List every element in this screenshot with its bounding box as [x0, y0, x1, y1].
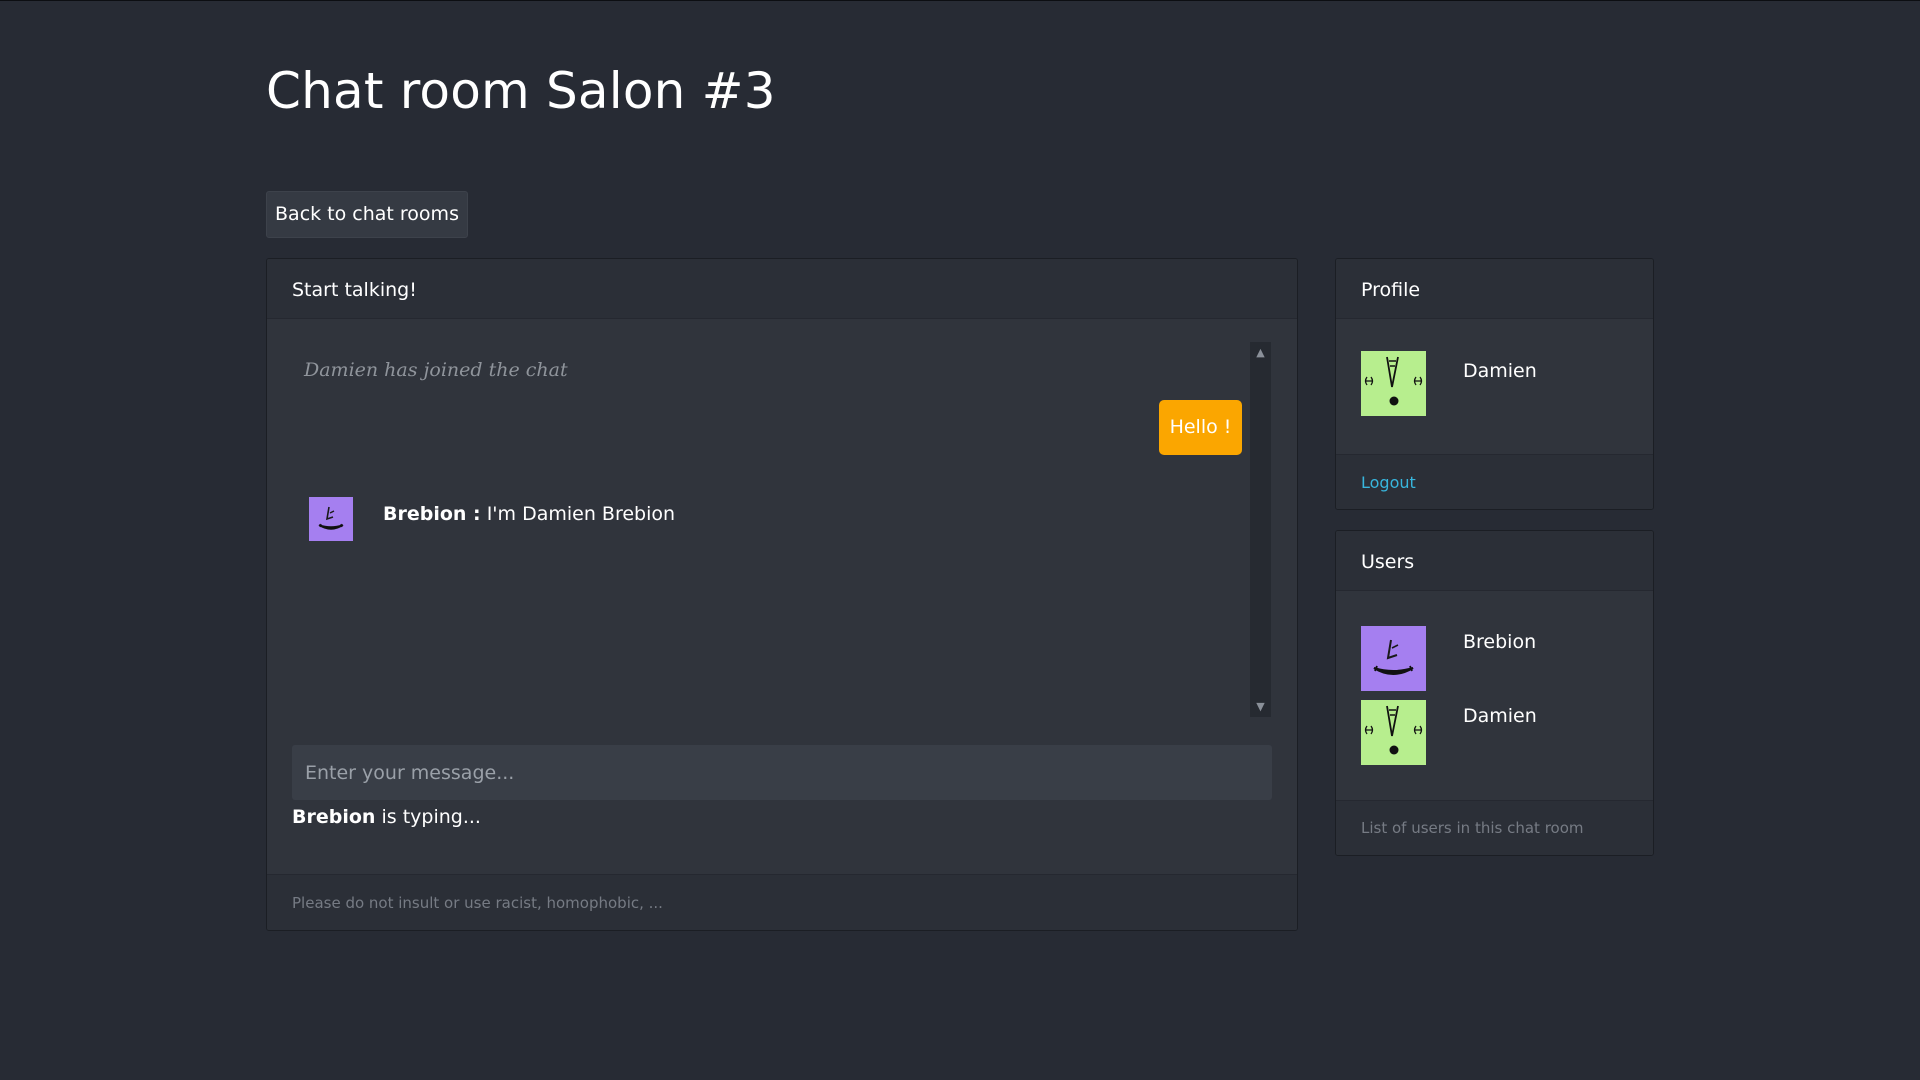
chat-scrollbar[interactable]: ▲ ▼ — [1250, 342, 1271, 717]
green-face-avatar — [1361, 700, 1426, 765]
system-message: Damien has joined the chat — [304, 359, 568, 381]
green-face-avatar — [1361, 351, 1426, 416]
profile-name: Damien — [1463, 360, 1537, 382]
users-header: Users — [1336, 531, 1653, 591]
chat-log[interactable]: Damien has joined the chat Hello ! Brebi… — [292, 342, 1277, 717]
message-input[interactable] — [292, 745, 1272, 800]
chat-header: Start talking! — [267, 259, 1297, 319]
chat-footer: Please do not insult or use racist, homo… — [267, 874, 1297, 930]
user-name: Damien — [1463, 705, 1537, 727]
other-message-text: Brebion : I'm Damien Brebion — [383, 503, 675, 525]
purple-face-avatar — [309, 497, 353, 541]
users-panel: Users Brebion Damien List of users in th… — [1335, 530, 1654, 856]
chevron-up-icon[interactable]: ▲ — [1250, 342, 1271, 363]
profile-body: Damien — [1336, 319, 1653, 450]
own-message-bubble: Hello ! — [1159, 400, 1242, 455]
message-author: Brebion : — [383, 503, 481, 525]
user-item[interactable]: Damien — [1361, 700, 1641, 765]
typing-indicator: Brebion is typing... — [292, 806, 481, 828]
user-item[interactable]: Brebion — [1361, 626, 1641, 691]
top-border — [0, 0, 1920, 1]
back-to-chat-rooms-button[interactable]: Back to chat rooms — [266, 191, 468, 238]
users-footer: List of users in this chat room — [1336, 800, 1653, 855]
other-message: Brebion : I'm Damien Brebion — [309, 497, 1009, 541]
users-list: Brebion Damien — [1336, 591, 1653, 796]
profile-footer: Logout — [1336, 454, 1653, 509]
typing-text: is typing... — [381, 806, 481, 828]
page-title: Chat room Salon #3 — [266, 62, 776, 120]
message-body: I'm Damien Brebion — [486, 503, 676, 525]
profile-header: Profile — [1336, 259, 1653, 319]
purple-face-avatar — [1361, 626, 1426, 691]
chat-panel: Start talking! Damien has joined the cha… — [266, 258, 1298, 931]
user-name: Brebion — [1463, 631, 1537, 653]
logout-link[interactable]: Logout — [1361, 473, 1416, 492]
profile-panel: Profile Damien Logout — [1335, 258, 1654, 510]
chevron-down-icon[interactable]: ▼ — [1250, 696, 1271, 717]
typing-user: Brebion — [292, 806, 376, 828]
